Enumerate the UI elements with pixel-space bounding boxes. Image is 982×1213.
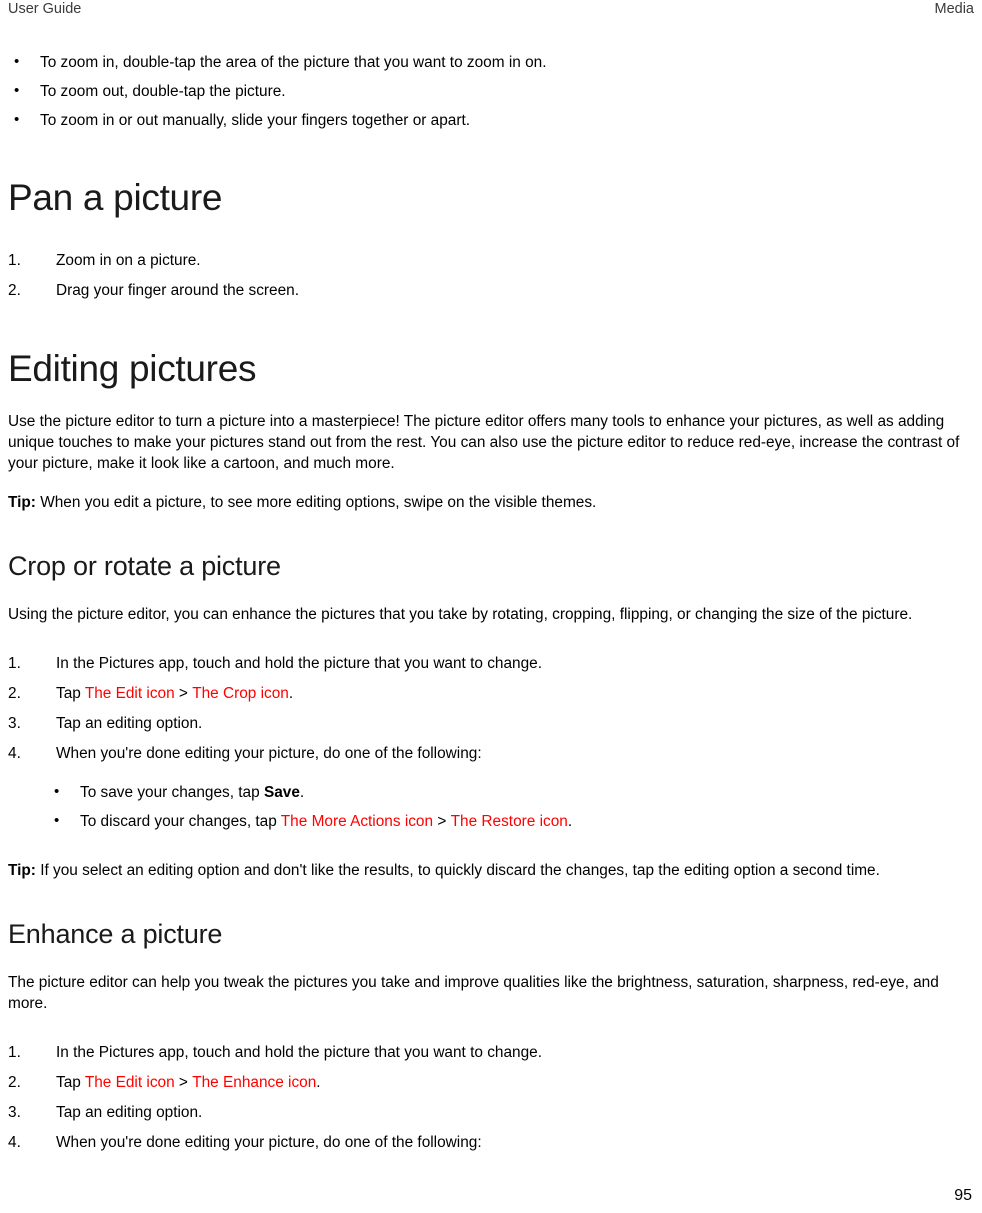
pan-picture-steps: Zoom in on a picture. Drag your finger a… <box>8 250 974 301</box>
list-item-text: Zoom in on a picture. <box>56 252 201 269</box>
edit-icon-reference[interactable]: The Edit icon <box>85 685 175 702</box>
enhance-icon-reference[interactable]: The Enhance icon <box>192 1074 316 1091</box>
edit-icon-reference[interactable]: The Edit icon <box>85 1074 175 1091</box>
editing-pictures-tip: Tip: When you edit a picture, to see mor… <box>8 492 974 513</box>
list-item-text: Drag your finger around the screen. <box>56 282 299 299</box>
list-item: Tap The Edit icon > The Enhance icon. <box>8 1072 974 1093</box>
list-item: Zoom in on a picture. <box>8 250 974 271</box>
list-item-text: Tap an editing option. <box>56 715 203 732</box>
enhance-picture-steps: In the Pictures app, touch and hold the … <box>8 1042 974 1153</box>
list-item-text: To zoom out, double-tap the picture. <box>40 83 286 100</box>
more-actions-icon-reference[interactable]: The More Actions icon <box>281 813 433 830</box>
crop-rotate-substeps: To save your changes, tap Save. To disca… <box>8 781 974 832</box>
list-item: Tap an editing option. <box>8 1102 974 1123</box>
section-heading-editing-pictures: Editing pictures <box>8 348 257 389</box>
list-item-text: In the Pictures app, touch and hold the … <box>56 1044 542 1061</box>
list-item: To zoom in or out manually, slide your f… <box>8 109 974 131</box>
list-item: To zoom in, double-tap the area of the p… <box>8 51 974 73</box>
document-page: User Guide Media To zoom in, double-tap … <box>0 0 982 1213</box>
step-suffix: . <box>288 685 294 702</box>
list-item-text: To zoom in or out manually, slide your f… <box>40 112 471 129</box>
list-item: In the Pictures app, touch and hold the … <box>8 653 974 674</box>
section-heading-crop-or-rotate: Crop or rotate a picture <box>8 551 281 581</box>
list-item-text: When you're done editing your picture, d… <box>56 745 482 762</box>
crop-rotate-steps: In the Pictures app, touch and hold the … <box>8 653 974 764</box>
step-suffix: . <box>316 1074 321 1091</box>
crop-icon-reference[interactable]: The Crop icon <box>192 685 289 702</box>
tip-label: Tip: <box>8 494 36 511</box>
list-item: In the Pictures app, touch and hold the … <box>8 1042 974 1063</box>
tip-text: If you select an editing option and don'… <box>35 862 880 879</box>
save-label: Save <box>263 784 300 801</box>
list-item: To zoom out, double-tap the picture. <box>8 80 974 102</box>
list-item: To discard your changes, tap The More Ac… <box>8 810 974 832</box>
list-item: When you're done editing your picture, d… <box>8 1132 974 1153</box>
page-number: 95 <box>954 1187 972 1204</box>
separator: > <box>178 685 188 702</box>
section-heading-enhance-a-picture: Enhance a picture <box>8 919 223 949</box>
tip-text: When you edit a picture, to see more edi… <box>35 494 597 511</box>
list-item: Drag your finger around the screen. <box>8 280 974 301</box>
editing-pictures-intro: Use the picture editor to turn a picture… <box>8 413 960 472</box>
page-content: To zoom in, double-tap the area of the p… <box>8 51 974 1162</box>
header-document-title: User Guide <box>8 1 82 17</box>
list-item-text: To zoom in, double-tap the area of the p… <box>40 54 547 71</box>
sub-item-suffix: . <box>299 784 305 801</box>
zoom-instructions-list: To zoom in, double-tap the area of the p… <box>8 51 974 131</box>
list-item: When you're done editing your picture, d… <box>8 743 974 764</box>
list-item-text: Tap an editing option. <box>56 1104 203 1121</box>
list-item: To save your changes, tap Save. <box>8 781 974 803</box>
tip-label: Tip: <box>8 862 36 879</box>
step-prefix: Tap <box>56 685 85 702</box>
running-header: User Guide Media <box>0 0 982 24</box>
crop-rotate-tip: Tip: If you select an editing option and… <box>8 860 974 881</box>
list-item: Tap The Edit icon > The Crop icon. <box>8 683 974 704</box>
list-item: Tap an editing option. <box>8 713 974 734</box>
step-prefix: Tap <box>56 1074 85 1091</box>
enhance-picture-intro: The picture editor can help you tweak th… <box>8 974 939 1012</box>
crop-rotate-intro: Using the picture editor, you can enhanc… <box>8 606 913 623</box>
separator: > <box>178 1074 188 1091</box>
restore-icon-reference[interactable]: The Restore icon <box>451 813 568 830</box>
sub-item-text: To discard your changes, tap <box>80 813 281 830</box>
header-chapter-title: Media <box>934 1 975 17</box>
list-item-text: When you're done editing your picture, d… <box>56 1134 482 1151</box>
list-item-text: In the Pictures app, touch and hold the … <box>56 655 542 672</box>
sub-item-suffix: . <box>567 813 573 830</box>
separator: > <box>437 813 447 830</box>
section-heading-pan-a-picture: Pan a picture <box>8 177 223 218</box>
sub-item-text: To save your changes, tap <box>80 784 264 801</box>
